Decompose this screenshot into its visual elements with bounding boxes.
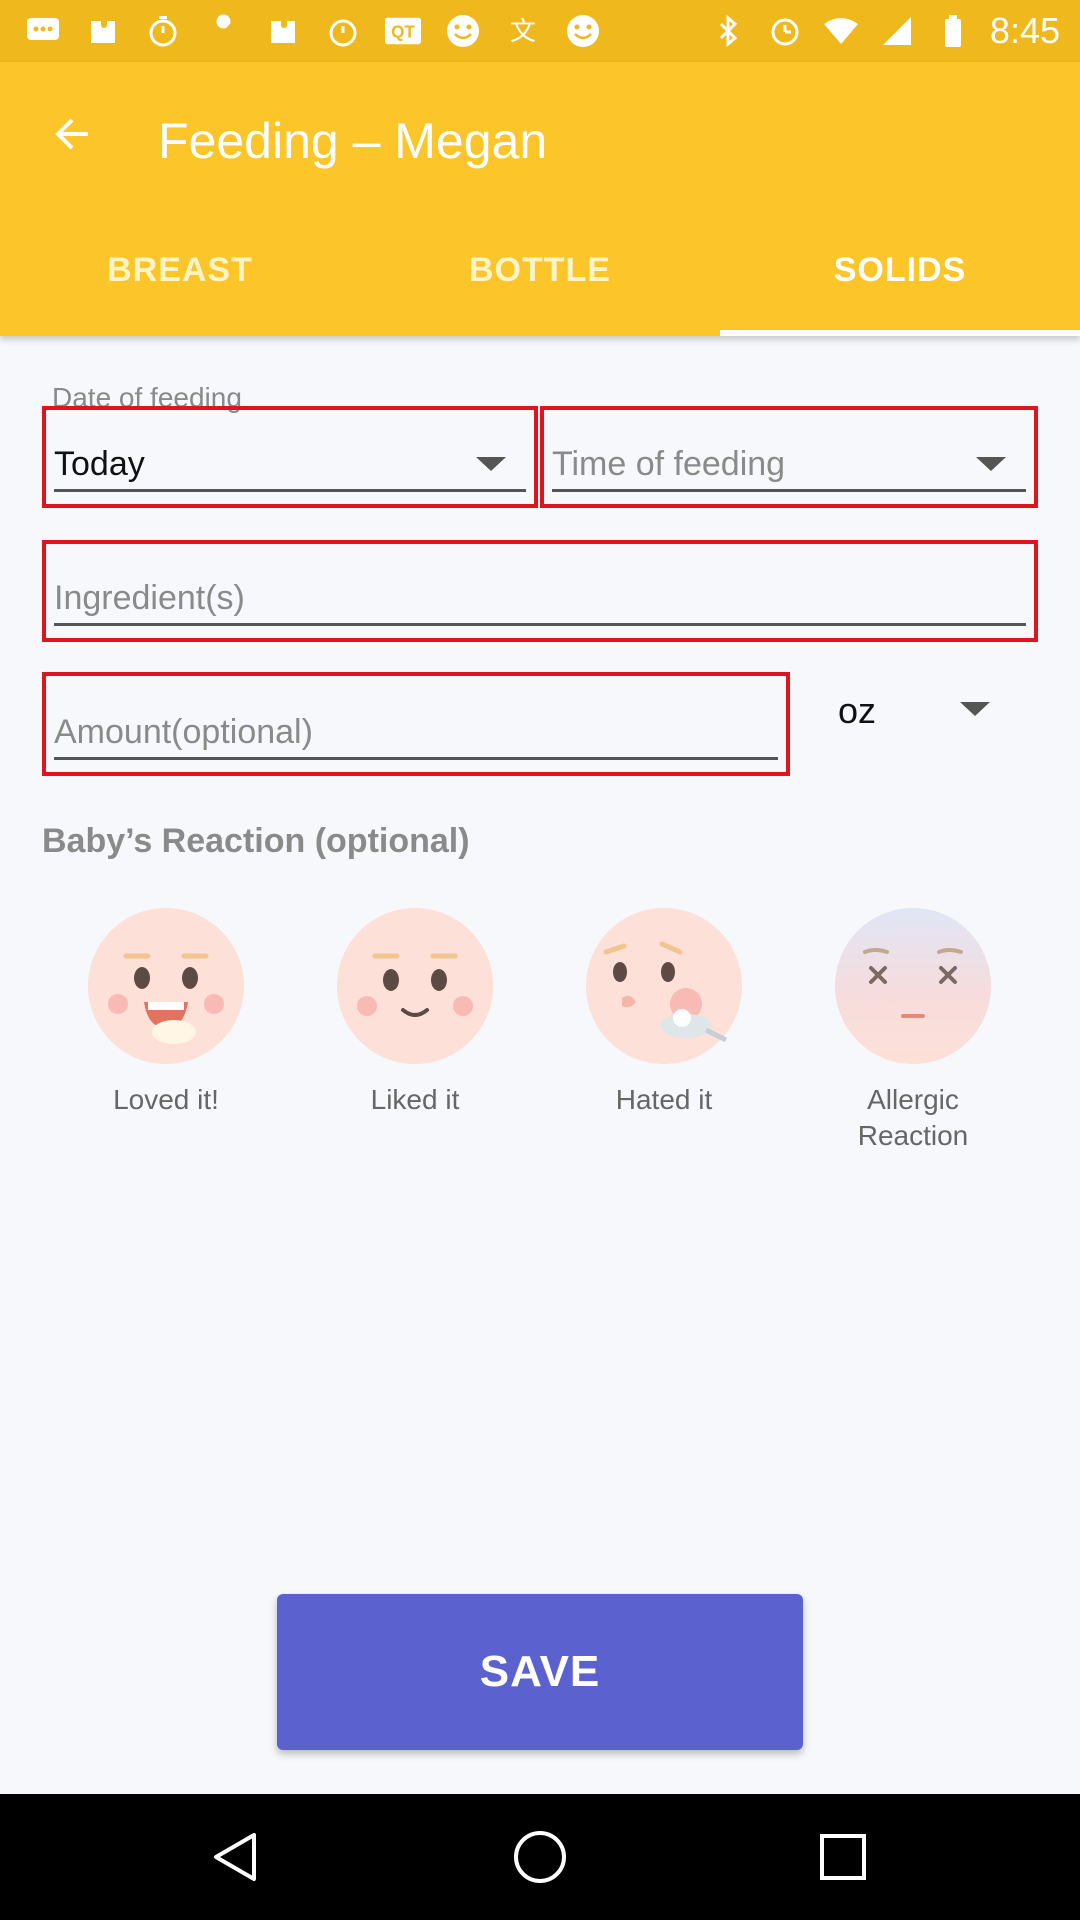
battery-icon — [934, 12, 972, 50]
recents-square-icon[interactable] — [808, 1822, 878, 1892]
timer-icon — [324, 12, 362, 50]
reaction-label: Hated it — [615, 1084, 713, 1115]
reaction-liked[interactable]: Liked it — [315, 908, 515, 1118]
hated-face-icon — [586, 908, 742, 1064]
reaction-allergic[interactable]: Allergic Reaction — [813, 908, 1013, 1154]
puzzle-icon — [264, 12, 302, 50]
smiley-icon — [564, 12, 602, 50]
bluetooth-icon — [710, 12, 748, 50]
dropdown-arrow-icon — [476, 457, 506, 471]
date-dropdown-value: Today — [54, 444, 145, 483]
svg-text:文: 文 — [510, 17, 536, 47]
amount-placeholder: Amount(optional) — [54, 712, 313, 751]
tab-solids[interactable]: SOLIDS — [720, 204, 1080, 336]
amount-input[interactable]: Amount(optional) — [54, 707, 778, 760]
reaction-label: Loved it! — [113, 1084, 219, 1115]
status-right-icons: 8:45 — [710, 0, 1060, 62]
reaction-hated[interactable]: Hated it — [564, 908, 764, 1118]
wrench-icon — [204, 12, 242, 50]
save-button[interactable]: SAVE — [277, 1594, 803, 1750]
back-arrow-icon[interactable] — [44, 106, 100, 162]
reaction-title: Baby’s Reaction (optional) — [42, 822, 470, 860]
liked-face-icon — [337, 908, 493, 1064]
time-dropdown[interactable]: Time of feeding — [552, 439, 1026, 492]
chat-icon — [24, 12, 62, 50]
back-triangle-icon[interactable] — [200, 1822, 270, 1892]
reaction-label: Liked it — [370, 1084, 460, 1115]
wifi-icon — [822, 12, 860, 50]
ingredients-box: Ingredient(s) — [42, 540, 1038, 642]
smiley-icon — [444, 12, 482, 50]
signal-icon — [878, 12, 916, 50]
time-dropdown-placeholder: Time of feeding — [552, 444, 786, 483]
tab-bottle[interactable]: BOTTLE — [360, 204, 720, 336]
navigation-bar — [0, 1794, 1080, 1920]
reaction-options: Loved it! Liked it Hated it Allergic Rea… — [0, 908, 1080, 1168]
app-bar: Feeding – Megan BREAST BOTTLE SOLIDS — [0, 62, 1080, 336]
timer-icon — [144, 12, 182, 50]
puzzle-icon — [84, 12, 122, 50]
ingredients-placeholder: Ingredient(s) — [54, 578, 245, 617]
allergic-face-icon — [835, 908, 991, 1064]
date-dropdown[interactable]: Today — [54, 439, 526, 492]
time-dropdown-box: Time of feeding — [540, 406, 1038, 508]
unit-dropdown-value[interactable]: oz — [838, 690, 876, 732]
alarm-icon — [766, 12, 804, 50]
unit-dropdown-arrow-icon[interactable] — [960, 702, 990, 716]
status-left-icons: QT 文 — [24, 12, 602, 50]
date-dropdown-box: Today — [42, 406, 538, 508]
amount-box: Amount(optional) — [42, 672, 790, 776]
status-time: 8:45 — [989, 10, 1060, 51]
dropdown-arrow-icon — [976, 457, 1006, 471]
ingredients-input[interactable]: Ingredient(s) — [54, 573, 1026, 626]
tab-bar: BREAST BOTTLE SOLIDS — [0, 204, 1080, 336]
svg-text:QT: QT — [391, 23, 415, 42]
status-bar: QT 文 8:45 — [0, 0, 1080, 62]
reaction-label: Allergic Reaction — [857, 1084, 969, 1151]
tab-breast[interactable]: BREAST — [0, 204, 360, 336]
page-title: Feeding – Megan — [158, 113, 548, 169]
reaction-loved[interactable]: Loved it! — [66, 908, 266, 1118]
loved-face-icon — [88, 908, 244, 1064]
translate-icon: 文 — [504, 12, 542, 50]
qr-icon: QT — [384, 12, 422, 50]
home-circle-icon[interactable] — [505, 1822, 575, 1892]
